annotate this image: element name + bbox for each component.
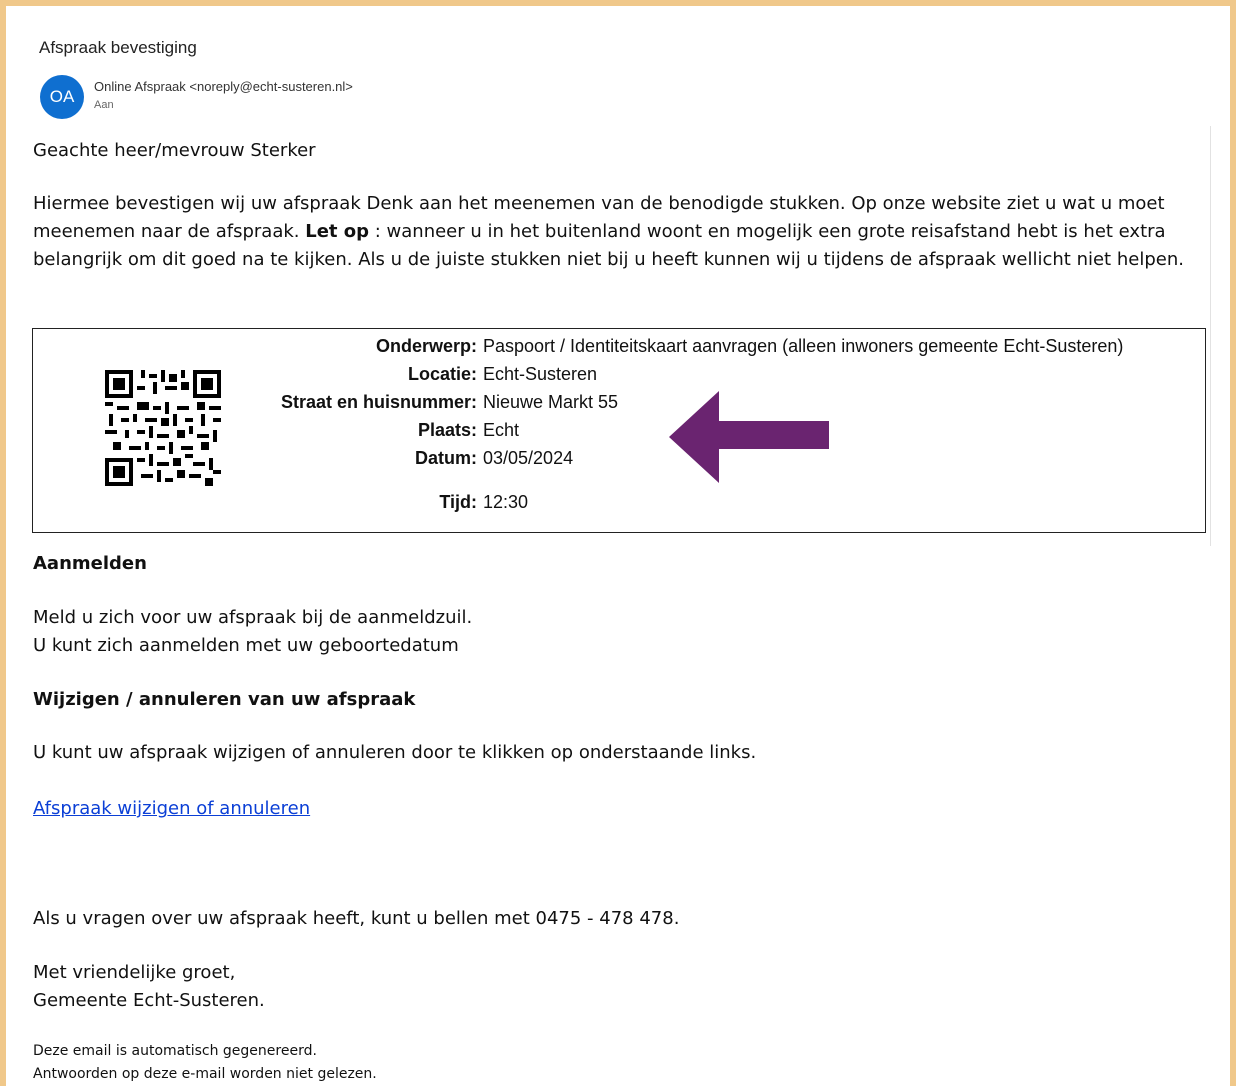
- date-label: Datum:: [415, 448, 477, 468]
- closing-line-1: Met vriendelijke groet,: [33, 962, 236, 983]
- email-subject: Afspraak bevestiging: [39, 38, 197, 57]
- intro-emphasis: Let op: [305, 221, 370, 242]
- location-value: Echt-Susteren: [483, 364, 598, 384]
- sender-address[interactable]: Online Afspraak <noreply@echt-susteren.n…: [94, 79, 353, 94]
- content-divider: [1210, 126, 1211, 546]
- footer-line-2: Antwoorden op deze e-mail worden niet ge…: [33, 1066, 377, 1082]
- contact-text: Als u vragen over uw afspraak heeft, kun…: [33, 908, 680, 929]
- change-heading: Wijzigen / annuleren van uw afspraak: [33, 689, 416, 710]
- place-value: Echt: [483, 420, 520, 440]
- greeting: Geachte heer/mevrouw Sterker: [33, 140, 316, 161]
- place-label: Plaats:: [417, 420, 477, 440]
- intro-paragraph: Hiermee bevestigen wij uw afspraak Denk …: [33, 190, 1208, 274]
- recipient-label: Aan: [94, 99, 114, 111]
- street-value: Nieuwe Markt 55: [483, 392, 619, 412]
- subject-value: Paspoort / Identiteitskaart aanvragen (a…: [483, 336, 1124, 356]
- left-arrow-icon: [669, 391, 829, 483]
- checkin-heading: Aanmelden: [33, 553, 147, 574]
- sender-avatar[interactable]: OA: [40, 75, 84, 119]
- street-label: Straat en huisnummer:: [280, 392, 477, 412]
- change-text: U kunt uw afspraak wijzigen of annuleren…: [33, 742, 757, 763]
- appointment-details-box: Onderwerp: Paspoort / Identiteitskaart a…: [32, 328, 1206, 533]
- closing-line-2: Gemeente Echt-Susteren.: [33, 990, 265, 1011]
- checkin-line-2: U kunt zich aanmelden met uw geboortedat…: [33, 635, 459, 656]
- checkin-line-1: Meld u zich voor uw afspraak bij de aanm…: [33, 607, 473, 628]
- subject-label: Onderwerp:: [375, 336, 477, 356]
- time-label: Tijd:: [439, 492, 477, 512]
- location-label: Locatie:: [407, 364, 477, 384]
- change-appointment-link[interactable]: Afspraak wijzigen of annuleren: [33, 798, 310, 819]
- footer-line-1: Deze email is automatisch gegenereerd.: [33, 1043, 317, 1059]
- time-value: 12:30: [483, 492, 529, 512]
- email-window: Afspraak bevestiging OA Online Afspraak …: [0, 0, 1236, 1086]
- date-value: 03/05/2024: [483, 448, 574, 468]
